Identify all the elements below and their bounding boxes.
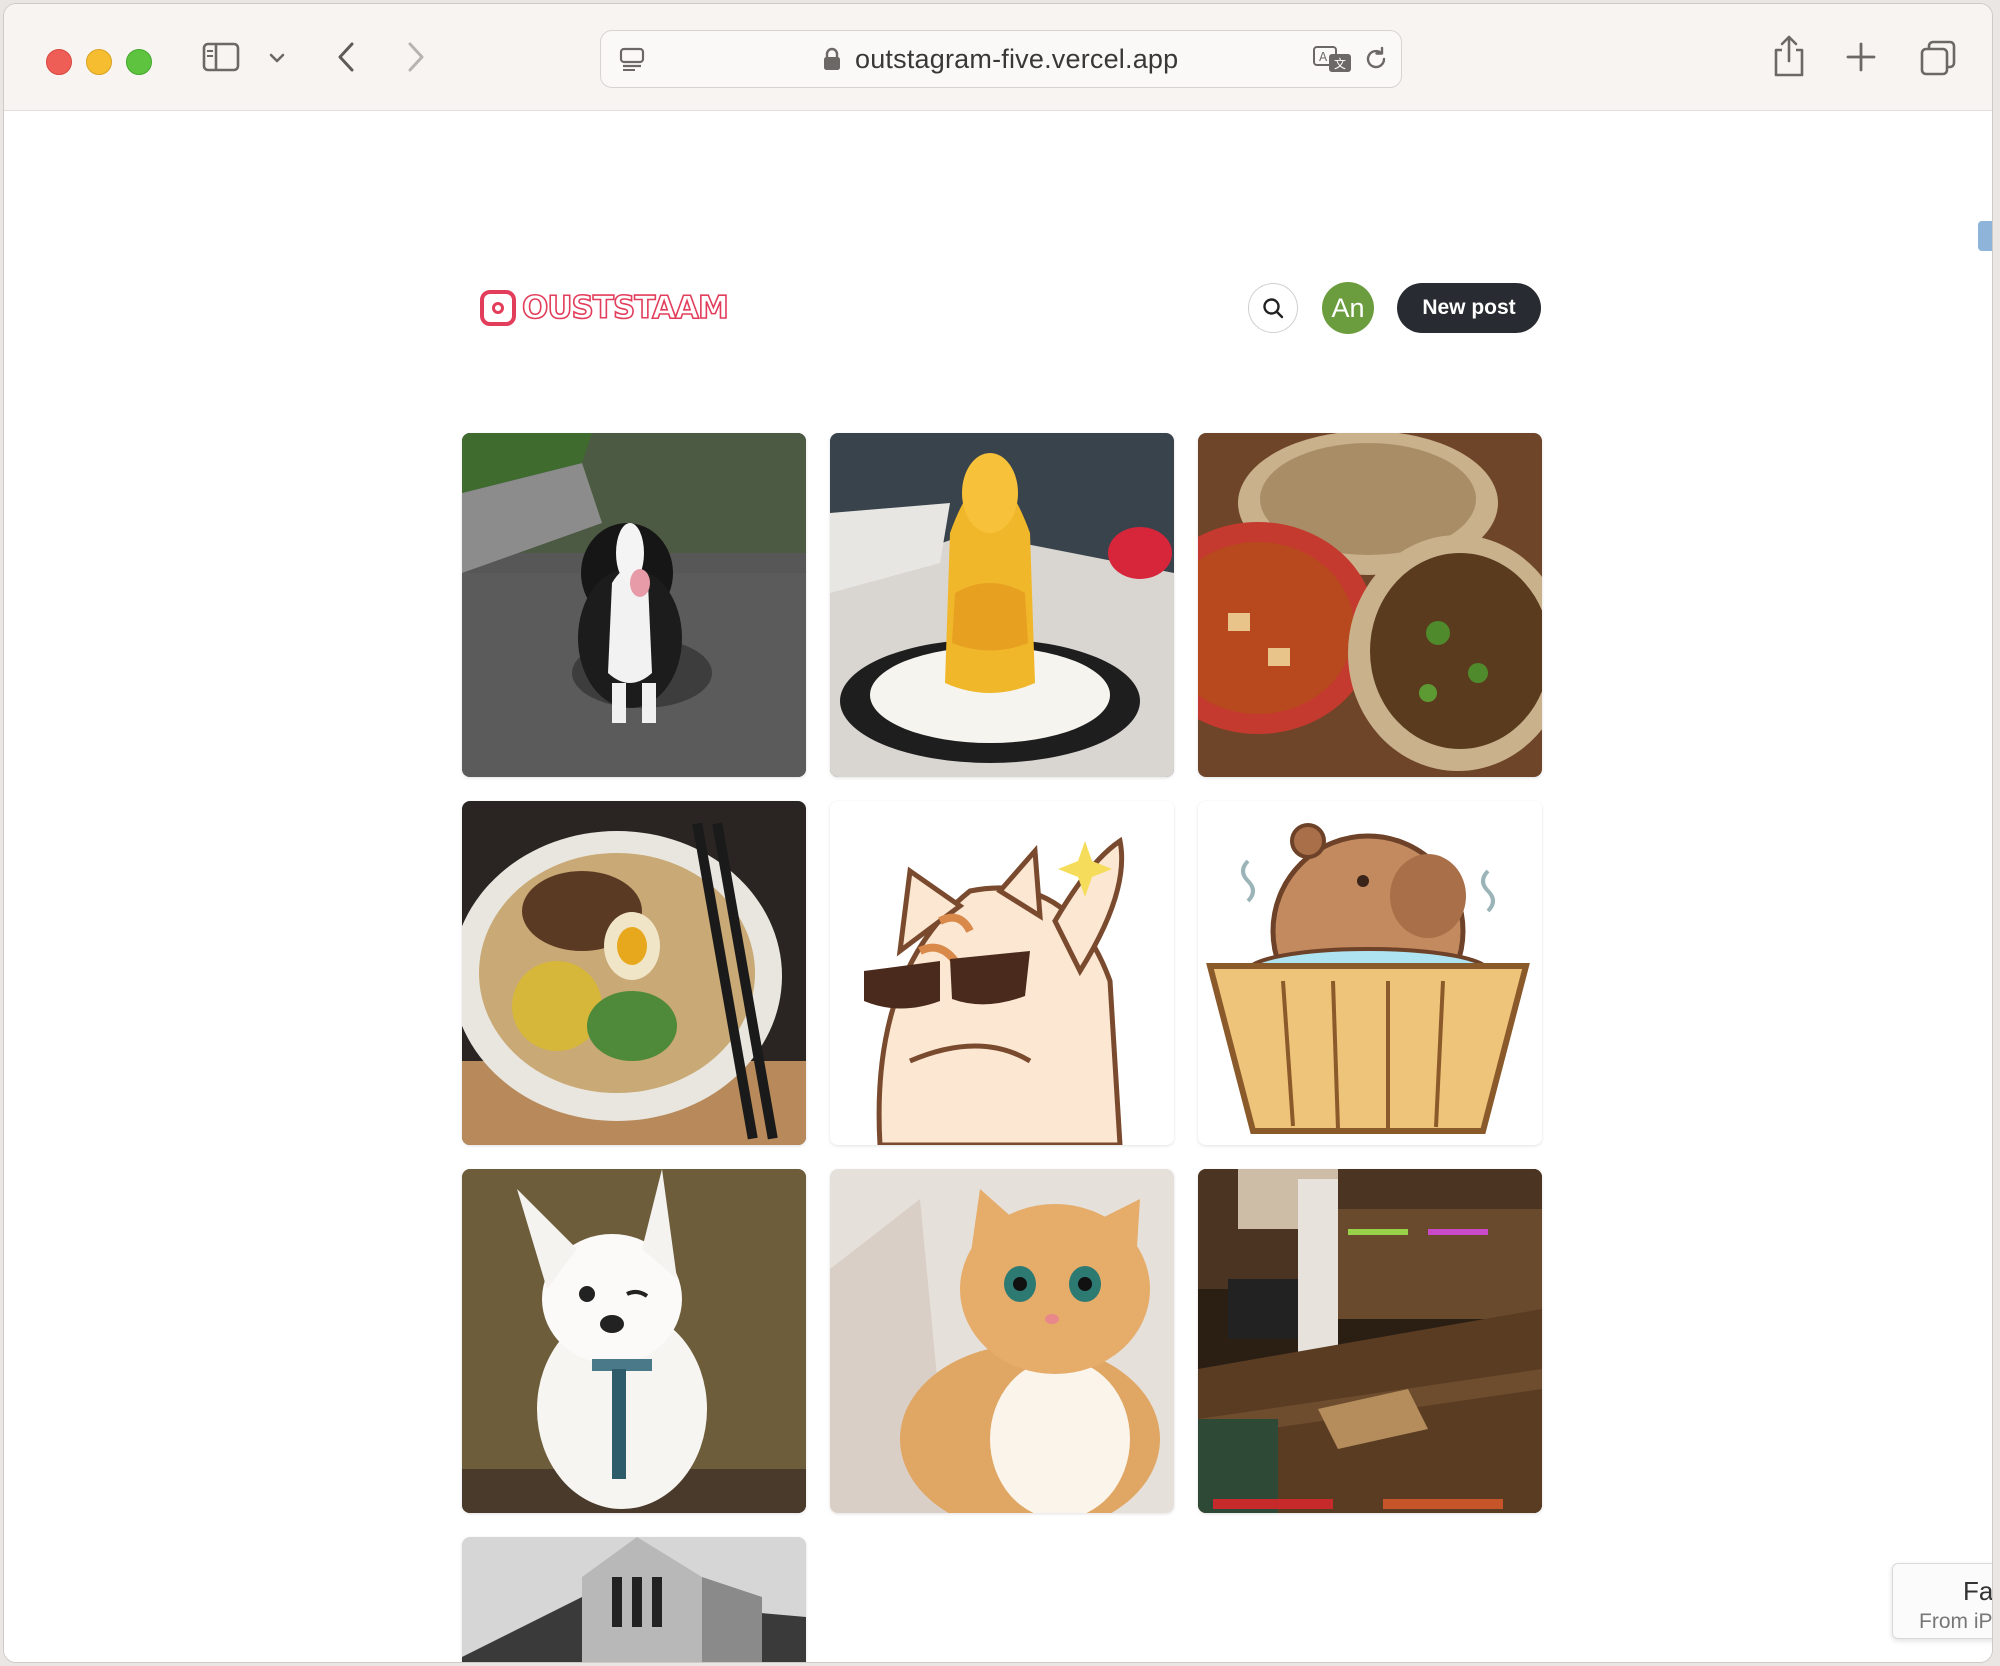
tab-overview-icon[interactable] [1920,40,1956,76]
reload-icon[interactable] [1363,46,1389,72]
maximize-window-button[interactable] [126,49,152,75]
post-ginger-cat[interactable] [830,1169,1174,1513]
side-tab-edge [1978,221,1992,251]
close-window-button[interactable] [46,49,72,75]
share-icon[interactable] [1772,34,1806,78]
post-ramen[interactable] [462,801,806,1145]
post-mango-dessert[interactable] [830,433,1174,777]
new-tab-icon[interactable] [1846,42,1876,72]
browser-window: outstagram-five.vercel.app A文 OUSTSTAAM [4,4,1992,1662]
toast-subtitle: From iPh [1919,1610,1992,1633]
search-icon [1263,298,1284,319]
notification-toast[interactable]: Fac From iPh [1892,1563,1992,1639]
avatar[interactable]: An [1322,282,1374,334]
post-building[interactable] [462,1537,806,1662]
logo-text: OUSTSTAAM [521,289,730,327]
post-cat-sunglasses[interactable] [830,801,1174,1145]
page-menu-icon[interactable] [619,47,645,71]
translate-icon[interactable]: A文 [1313,45,1353,73]
lock-icon [823,47,841,71]
search-button[interactable] [1248,283,1298,333]
post-minecraft[interactable] [1198,1169,1542,1513]
browser-toolbar: outstagram-five.vercel.app A文 [4,4,1992,111]
camera-icon [480,290,516,326]
post-dog[interactable] [462,433,806,777]
address-bar[interactable]: outstagram-five.vercel.app A文 [600,30,1402,88]
post-chinese-dishes[interactable] [1198,433,1542,777]
svg-text:A: A [1319,50,1328,64]
forward-arrow-icon[interactable] [404,38,428,76]
minimize-window-button[interactable] [86,49,112,75]
back-arrow-icon[interactable] [334,38,358,76]
post-capybara[interactable] [1198,801,1542,1145]
toast-title: Fac [1963,1576,1992,1606]
sidebar-toggle-icon[interactable] [202,42,240,72]
post-chihuahua[interactable] [462,1169,806,1513]
site-logo[interactable]: OUSTSTAAM [480,288,730,336]
url-text: outstagram-five.vercel.app [855,44,1179,74]
new-post-button[interactable]: New post [1397,283,1541,333]
chevron-down-icon[interactable] [266,48,288,68]
page-content: OUSTSTAAM An New post Fa From iP [4,111,1992,1662]
svg-text:文: 文 [1334,56,1346,71]
